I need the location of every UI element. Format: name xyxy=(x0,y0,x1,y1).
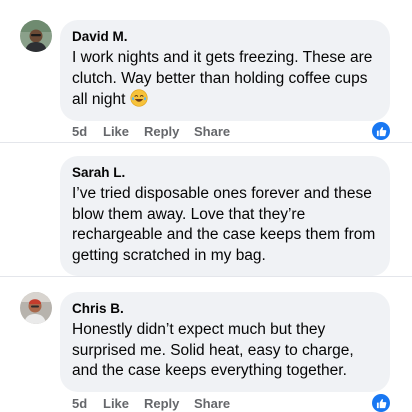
user-photo-icon xyxy=(20,292,52,324)
timestamp[interactable]: 5d xyxy=(72,124,103,139)
comment-bubble: Chris B. Honestly didn’t expect much but… xyxy=(60,292,390,392)
like-reaction-badge[interactable] xyxy=(372,394,390,412)
comment-actions: 5d Like Reply Share xyxy=(72,124,230,139)
comment-card: David M. I work nights and it gets freez… xyxy=(0,0,412,142)
comment-card: Sarah L. I’ve tried disposable ones fore… xyxy=(0,142,412,276)
avatar[interactable] xyxy=(20,20,52,52)
thumbs-up-icon xyxy=(376,126,386,136)
like-button[interactable]: Like xyxy=(103,396,144,411)
share-button[interactable]: Share xyxy=(194,396,230,411)
timestamp[interactable]: 5d xyxy=(72,396,103,411)
comment-card: Chris B. Honestly didn’t expect much but… xyxy=(0,276,412,412)
comment-body: I work nights and it gets freezing. Thes… xyxy=(72,49,373,108)
avatar[interactable] xyxy=(20,292,52,324)
share-button[interactable]: Share xyxy=(194,124,230,139)
comment-text: I’ve tried disposable ones forever and t… xyxy=(72,185,376,264)
comment-author[interactable]: Sarah L. xyxy=(72,164,378,181)
comment-actions: 5d Like Reply Share xyxy=(72,396,230,411)
reply-button[interactable]: Reply xyxy=(144,396,194,411)
comment-author[interactable]: Chris B. xyxy=(72,300,378,317)
face-with-tears-of-joy-icon xyxy=(130,89,148,107)
thumbs-up-icon xyxy=(376,398,386,408)
comment-text: Honestly didn’t expect much but they sur… xyxy=(72,321,354,379)
comment-bubble: Sarah L. I’ve tried disposable ones fore… xyxy=(60,156,390,276)
like-button[interactable]: Like xyxy=(103,124,144,139)
comment-text: I work nights and it gets freezing. Thes… xyxy=(72,48,378,111)
user-photo-icon xyxy=(20,20,52,52)
comment-author[interactable]: David M. xyxy=(72,28,378,45)
comment-bubble: David M. I work nights and it gets freez… xyxy=(60,20,390,121)
reply-button[interactable]: Reply xyxy=(144,124,194,139)
like-reaction-badge[interactable] xyxy=(372,122,390,140)
